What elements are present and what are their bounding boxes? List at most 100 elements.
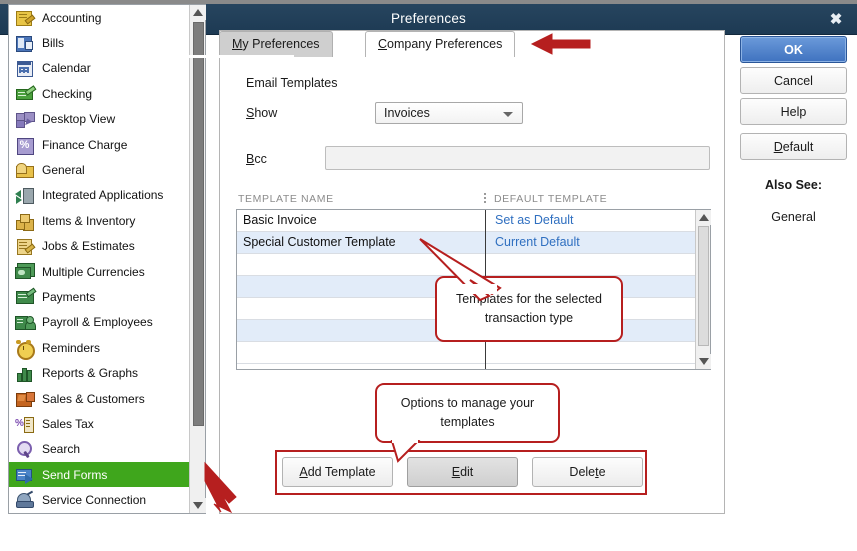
sidebar-item-label: Jobs & Estimates — [42, 239, 135, 253]
default-button[interactable]: Default — [740, 133, 847, 160]
integrated-applications-icon — [15, 186, 34, 204]
sidebar-item-multiple-currencies[interactable]: Multiple Currencies — [9, 259, 189, 284]
ok-button[interactable]: OK — [740, 36, 847, 63]
sidebar-item-label: Payroll & Employees — [42, 315, 153, 329]
preferences-dialog: Preferences ✖ AccountingBillsCalendarChe… — [0, 0, 857, 550]
column-divider-handle-icon[interactable] — [484, 193, 486, 205]
tab-company-preferences[interactable]: Company Preferences — [365, 31, 515, 57]
sidebar-item-bills[interactable]: Bills — [9, 30, 189, 55]
sidebar-item-label: Multiple Currencies — [42, 265, 145, 279]
tab-company-preferences-label: ompany Preferences — [387, 37, 502, 51]
sidebar-scroll-thumb[interactable] — [193, 22, 204, 426]
add-template-button[interactable]: Add Template — [282, 457, 393, 487]
scroll-up-icon[interactable] — [190, 5, 206, 20]
sidebar-item-label: Sales Tax — [42, 417, 94, 431]
table-row[interactable] — [237, 254, 695, 276]
default-template-cell[interactable]: Current Default — [495, 232, 580, 253]
sidebar-item-label: Items & Inventory — [42, 214, 135, 228]
sidebar-item-label: Sales & Customers — [42, 392, 145, 406]
finance-charge-icon: % — [15, 136, 34, 154]
table-scroll-thumb[interactable] — [698, 226, 709, 346]
send-forms-icon — [15, 466, 34, 484]
sidebar-item-desktop-view[interactable]: Desktop View — [9, 107, 189, 132]
bcc-label-rest: cc — [254, 152, 267, 166]
sidebar-item-label: Reminders — [42, 341, 100, 355]
table-scrollbar[interactable] — [695, 210, 710, 369]
sidebar-item-label: Service Connection — [42, 493, 146, 507]
default-template-cell[interactable]: Set as Default — [495, 210, 574, 231]
calendar-icon — [15, 59, 34, 77]
sidebar-item-finance-charge[interactable]: % Finance Charge — [9, 132, 189, 157]
default-label: efault — [783, 140, 814, 154]
sidebar-item-general[interactable]: General — [9, 157, 189, 182]
sidebar-item-integrated-applications[interactable]: Integrated Applications — [9, 183, 189, 208]
sidebar-item-accounting[interactable]: Accounting — [9, 5, 189, 30]
template-name-cell: Special Customer Template — [243, 232, 396, 253]
sidebar-scrollbar[interactable] — [189, 5, 205, 513]
template-name-cell: Basic Invoice — [243, 210, 317, 231]
delete-label-pre: Dele — [569, 465, 595, 479]
sidebar-item-label: General — [42, 163, 85, 177]
callout-options: Options to manage your templates — [375, 383, 560, 443]
show-dropdown[interactable]: Invoices — [375, 102, 523, 124]
delete-button[interactable]: Delete — [532, 457, 643, 487]
table-scroll-up-icon[interactable] — [696, 210, 711, 225]
sidebar-item-label: Bills — [42, 36, 64, 50]
delete-label-post: e — [599, 465, 606, 479]
sidebar-item-payments[interactable]: Payments — [9, 284, 189, 309]
sidebar-item-reports-graphs[interactable]: Reports & Graphs — [9, 360, 189, 385]
jobs-estimates-icon — [15, 237, 34, 255]
sidebar-item-sales-tax[interactable]: % Sales Tax — [9, 411, 189, 436]
column-header-template-name: TEMPLATE NAME — [238, 193, 334, 205]
tab-strip: My Preferences Company Preferences — [219, 31, 725, 57]
desktop-view-icon — [15, 110, 34, 128]
bcc-input[interactable] — [325, 146, 710, 170]
preferences-category-list[interactable]: Accounting Bills CalendarCheckingDesktop V… — [8, 4, 206, 514]
table-row[interactable]: Basic Invoice Set as Default — [237, 210, 695, 232]
edit-button[interactable]: Edit — [407, 457, 518, 487]
add-template-accel: A — [299, 465, 307, 479]
add-template-label: dd Template — [308, 465, 376, 479]
sidebar-item-send-forms[interactable]: Send Forms — [9, 462, 189, 487]
edit-accel: E — [452, 465, 460, 479]
service-connection-icon — [15, 491, 34, 509]
sidebar-item-sales-customers[interactable]: Sales & Customers — [9, 386, 189, 411]
table-row[interactable]: Special Customer Template Current Default — [237, 232, 695, 254]
sidebar-item-label: Search — [42, 442, 80, 456]
active-tab-base — [146, 55, 294, 58]
sales-tax-icon: % — [15, 415, 34, 433]
sidebar-item-jobs-estimates[interactable]: Jobs & Estimates — [9, 234, 189, 259]
table-scroll-down-icon[interactable] — [696, 354, 711, 369]
sidebar-item-items-inventory[interactable]: Items & Inventory — [9, 208, 189, 233]
edit-label: dit — [460, 465, 473, 479]
tab-my-preferences[interactable]: My Preferences — [219, 31, 333, 57]
close-icon[interactable]: ✖ — [823, 8, 849, 32]
multiple-currencies-icon — [15, 263, 34, 281]
table-row[interactable] — [237, 342, 695, 364]
sidebar-item-service-connection[interactable]: Service Connection — [9, 487, 189, 512]
checking-icon — [15, 85, 34, 103]
sidebar-item-payroll-employees[interactable]: Payroll & Employees — [9, 310, 189, 335]
bcc-label: Bcc — [246, 152, 267, 166]
show-label-rest: how — [254, 106, 277, 120]
cancel-button[interactable]: Cancel — [740, 67, 847, 94]
help-button[interactable]: Help — [740, 98, 847, 125]
sidebar-item-reminders[interactable]: Reminders — [9, 335, 189, 360]
column-header-default-template: DEFAULT TEMPLATE — [494, 193, 607, 205]
sidebar-item-calendar[interactable]: Calendar — [9, 56, 189, 81]
scroll-down-icon[interactable] — [190, 498, 206, 513]
also-see-label: Also See: — [740, 178, 847, 192]
sidebar-item-label: Finance Charge — [42, 138, 127, 152]
sidebar-items: Accounting Bills CalendarCheckingDesktop V… — [9, 5, 189, 513]
sidebar-item-label: Accounting — [42, 11, 101, 25]
payments-icon — [15, 288, 34, 306]
sidebar-item-search[interactable]: Search — [9, 437, 189, 462]
sidebar-item-checking[interactable]: Checking — [9, 81, 189, 106]
tab-my-preferences-label: y Preferences — [242, 37, 319, 51]
also-see-general-link[interactable]: General — [740, 210, 847, 224]
section-title-email-templates: Email Templates — [246, 76, 337, 90]
general-icon — [15, 161, 34, 179]
template-table-header: TEMPLATE NAME DEFAULT TEMPLATE — [236, 193, 711, 207]
reminders-icon — [15, 339, 34, 357]
show-label: Show — [246, 106, 277, 120]
